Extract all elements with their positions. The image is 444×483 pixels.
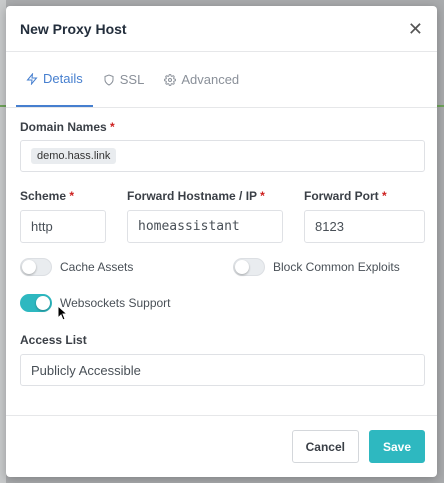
- forward-port-input[interactable]: 8123: [304, 210, 425, 243]
- cache-assets-switch[interactable]: [20, 258, 52, 276]
- tab-ssl[interactable]: SSL: [93, 52, 155, 107]
- dialog-footer: Cancel Save: [6, 415, 437, 477]
- scheme-label: Scheme *: [20, 189, 75, 203]
- websockets-label: Websockets Support: [60, 296, 171, 310]
- required-marker: *: [382, 189, 387, 203]
- forward-port-value: 8123: [315, 219, 344, 234]
- tab-bar: Details SSL Advanced: [6, 52, 437, 108]
- domain-names-label: Domain Names *: [20, 120, 115, 134]
- mouse-pointer-icon: [57, 305, 67, 321]
- access-list-select[interactable]: Publicly Accessible: [20, 354, 425, 386]
- access-list-label: Access List: [20, 333, 87, 347]
- block-exploits-switch[interactable]: [233, 258, 265, 276]
- cache-assets-toggle[interactable]: Cache Assets: [20, 258, 133, 276]
- close-icon[interactable]: ✕: [408, 20, 423, 38]
- domain-chip[interactable]: demo.hass.link: [31, 148, 117, 164]
- scheme-input[interactable]: http: [20, 210, 106, 243]
- tab-details-label: Details: [43, 71, 83, 86]
- forward-port-label: Forward Port *: [304, 189, 387, 203]
- save-button[interactable]: Save: [368, 430, 425, 463]
- gear-icon: [164, 73, 177, 86]
- scheme-value: http: [31, 219, 53, 234]
- cache-assets-label: Cache Assets: [60, 260, 134, 274]
- new-proxy-host-dialog: New Proxy Host ✕ Details SSL Advanced Do…: [6, 6, 437, 477]
- cancel-button[interactable]: Cancel: [291, 430, 359, 463]
- forward-hostname-input[interactable]: homeassistant: [127, 210, 283, 243]
- shield-icon: [104, 73, 114, 86]
- dialog-title: New Proxy Host: [20, 20, 127, 37]
- required-marker: *: [110, 120, 115, 134]
- block-exploits-label: Block Common Exploits: [273, 260, 400, 274]
- block-exploits-toggle[interactable]: Block Common Exploits: [233, 258, 400, 276]
- websockets-toggle[interactable]: Websockets Support: [20, 294, 171, 312]
- tab-details[interactable]: Details: [16, 52, 93, 107]
- access-list-value: Publicly Accessible: [31, 362, 141, 378]
- forward-hostname-label: Forward Hostname / IP *: [127, 189, 265, 203]
- tab-ssl-label: SSL: [119, 72, 145, 87]
- forward-hostname-value: homeassistant: [138, 219, 240, 234]
- websockets-switch[interactable]: [20, 294, 52, 312]
- lightning-icon: [26, 72, 38, 85]
- tab-advanced-label: Advanced: [181, 72, 240, 87]
- required-marker: *: [69, 189, 75, 203]
- required-marker: *: [260, 189, 265, 203]
- tab-advanced[interactable]: Advanced: [154, 52, 249, 107]
- domain-names-input[interactable]: demo.hass.link: [20, 140, 425, 172]
- dialog-header: New Proxy Host ✕: [6, 6, 437, 52]
